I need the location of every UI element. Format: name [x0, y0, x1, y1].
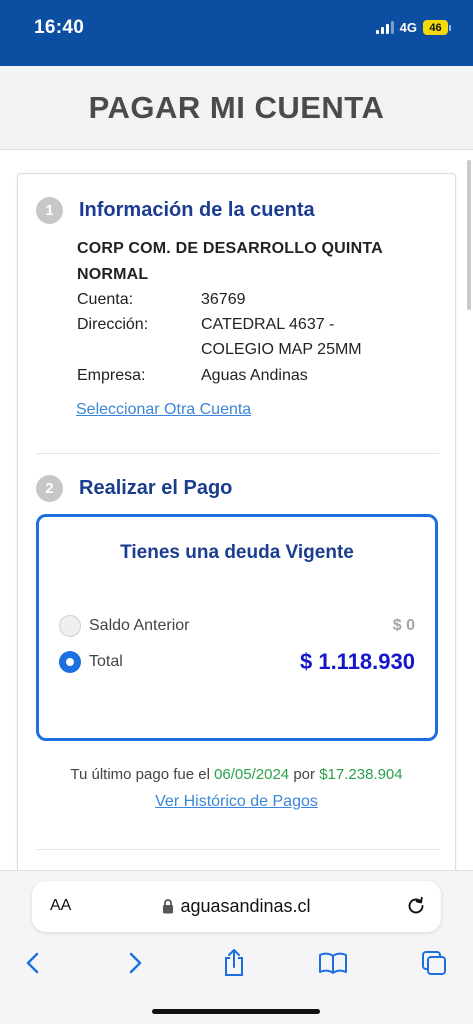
share-icon	[225, 949, 243, 976]
payment-card: 1 Información de la cuenta CORP COM. DE …	[17, 173, 456, 893]
section-divider	[36, 849, 439, 850]
bookmarks-button[interactable]	[317, 947, 349, 979]
reload-icon[interactable]	[405, 895, 427, 917]
company-name: CORP COM. DE DESARROLLO QUINTA NORMAL	[77, 240, 383, 283]
last-payment-prefix: Tu último pago fue el	[70, 766, 210, 783]
last-payment-info: Tu último pago fue el 06/05/2024 por $17…	[18, 766, 455, 783]
account-step-header: 1 Información de la cuenta	[36, 197, 315, 224]
page-title: PAGAR MI CUENTA	[88, 89, 385, 125]
status-indicators: 4G 46	[375, 20, 451, 35]
payment-history-link[interactable]: Ver Histórico de Pagos	[18, 793, 455, 811]
browser-toolbar: AA aguasandinas.cl	[0, 870, 473, 1024]
info-label: Empresa:	[77, 367, 146, 384]
select-other-account-link[interactable]: Seleccionar Otra Cuenta	[76, 401, 251, 419]
previous-balance-amount: $ 0	[392, 617, 415, 634]
last-payment-amount: $17.238.904	[319, 766, 403, 783]
section-divider	[36, 453, 439, 454]
address-row: Dirección: CATEDRAL 4637 - COLEGIO MAP 2…	[77, 312, 401, 362]
forward-icon	[129, 952, 142, 974]
tabs-button[interactable]	[418, 947, 450, 979]
lock-icon	[163, 899, 174, 914]
total-option[interactable]: Total $ 1.118.930	[59, 649, 415, 675]
company-value: Aguas Andinas	[201, 367, 308, 384]
tabs-icon	[422, 951, 446, 975]
option-label: Saldo Anterior	[89, 617, 190, 634]
account-number-value: 36769	[201, 291, 246, 308]
battery-level: 46	[423, 20, 448, 35]
forward-button[interactable]	[119, 947, 151, 979]
bookmarks-icon	[319, 952, 347, 974]
previous-balance-radio[interactable]	[59, 615, 81, 637]
total-amount: $ 1.118.930	[299, 649, 415, 674]
last-payment-date: 06/05/2024	[214, 766, 290, 783]
debt-box: Tienes una deuda Vigente Saldo Anterior …	[36, 514, 438, 741]
debt-title: Tienes una deuda Vigente	[120, 542, 354, 563]
battery-icon: 46	[423, 20, 451, 35]
step-number-badge: 1	[36, 197, 63, 224]
step-number-badge: 2	[36, 475, 63, 502]
last-payment-connector: por	[293, 766, 316, 783]
company-row: Empresa: Aguas Andinas	[77, 363, 401, 388]
status-bar: 16:40 4G 46	[0, 0, 473, 66]
back-icon	[26, 952, 39, 974]
page-scrollbar[interactable]	[467, 160, 471, 310]
total-radio[interactable]	[59, 651, 81, 673]
status-time: 16:40	[34, 17, 85, 38]
previous-balance-option[interactable]: Saldo Anterior $ 0	[59, 615, 415, 637]
account-section-title: Información de la cuenta	[79, 199, 315, 221]
network-type: 4G	[399, 20, 417, 35]
page-header: PAGAR MI CUENTA	[0, 66, 473, 150]
back-button[interactable]	[17, 947, 49, 979]
account-number-row: Cuenta: 36769	[77, 287, 401, 312]
share-button[interactable]	[218, 947, 250, 979]
previous-balance-radio-group[interactable]: Saldo Anterior	[59, 615, 190, 637]
payment-step-header: 2 Realizar el Pago	[36, 475, 232, 502]
url-display[interactable]: aguasandinas.cl	[32, 896, 441, 917]
total-radio-group[interactable]: Total	[59, 651, 123, 673]
home-indicator	[152, 1009, 320, 1014]
address-bar[interactable]: AA aguasandinas.cl	[32, 881, 441, 932]
option-label: Total	[89, 653, 123, 670]
info-label: Cuenta:	[77, 291, 134, 308]
url-text: aguasandinas.cl	[180, 896, 311, 916]
payment-section-title: Realizar el Pago	[79, 477, 233, 499]
address-value: CATEDRAL 4637 - COLEGIO MAP 25MM	[201, 316, 362, 358]
browser-nav-toolbar	[0, 943, 473, 983]
signal-icon	[375, 21, 394, 34]
info-label: Dirección:	[77, 316, 149, 333]
